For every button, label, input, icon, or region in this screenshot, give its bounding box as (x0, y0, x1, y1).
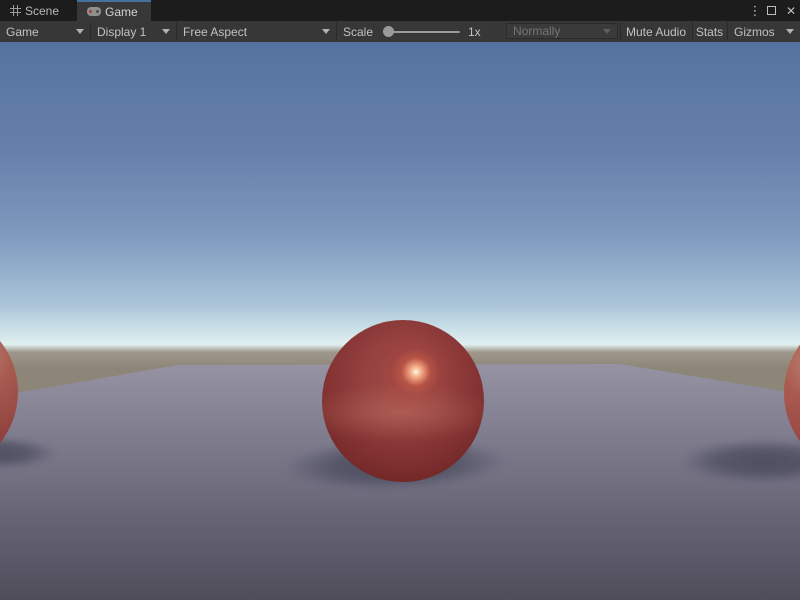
scale-slider-knob[interactable] (383, 26, 394, 37)
display-dropdown[interactable]: Display 1 (91, 21, 176, 42)
tab-game[interactable]: Game (77, 0, 151, 21)
play-mode-label: Normally (513, 24, 560, 38)
game-render-viewport[interactable] (0, 42, 800, 600)
display-dropdown-label: Display 1 (97, 25, 146, 39)
game-dropdown-label: Game (6, 25, 39, 39)
stats-button[interactable]: Stats (692, 21, 727, 42)
tab-scene-label: Scene (25, 4, 59, 18)
scene-grid-icon (10, 5, 21, 16)
game-dropdown[interactable]: Game (0, 21, 90, 42)
aspect-ratio-label: Free Aspect (183, 25, 247, 39)
play-mode-dropdown: Normally (506, 23, 618, 39)
gamepad-icon (87, 7, 101, 16)
tab-bar: Scene Game ⋮ ✕ (0, 0, 800, 21)
chevron-down-icon (786, 29, 794, 34)
toolbar-separator (336, 22, 337, 41)
scale-slider-track[interactable] (384, 31, 460, 33)
unity-game-view-window: Scene Game ⋮ ✕ Game Display 1 Free Aspec… (0, 0, 800, 600)
scale-label: Scale (343, 21, 373, 42)
chevron-down-icon (603, 29, 611, 34)
red-sphere-center (322, 320, 484, 482)
chevron-down-icon (76, 29, 84, 34)
chevron-down-icon (322, 29, 330, 34)
close-icon[interactable]: ✕ (784, 0, 798, 21)
game-view-toolbar: Game Display 1 Free Aspect Scale 1x Norm… (0, 21, 800, 43)
aspect-ratio-dropdown[interactable]: Free Aspect (177, 21, 336, 42)
chevron-down-icon (162, 29, 170, 34)
scale-value: 1x (468, 21, 481, 42)
gizmos-dropdown[interactable]: Gizmos (728, 21, 800, 42)
tab-game-label: Game (105, 5, 138, 19)
maximize-icon[interactable] (767, 6, 776, 15)
tab-scene[interactable]: Scene (0, 0, 76, 21)
gizmos-label: Gizmos (734, 25, 775, 39)
kebab-menu-icon[interactable]: ⋮ (748, 0, 762, 21)
mute-audio-button[interactable]: Mute Audio (620, 21, 692, 42)
